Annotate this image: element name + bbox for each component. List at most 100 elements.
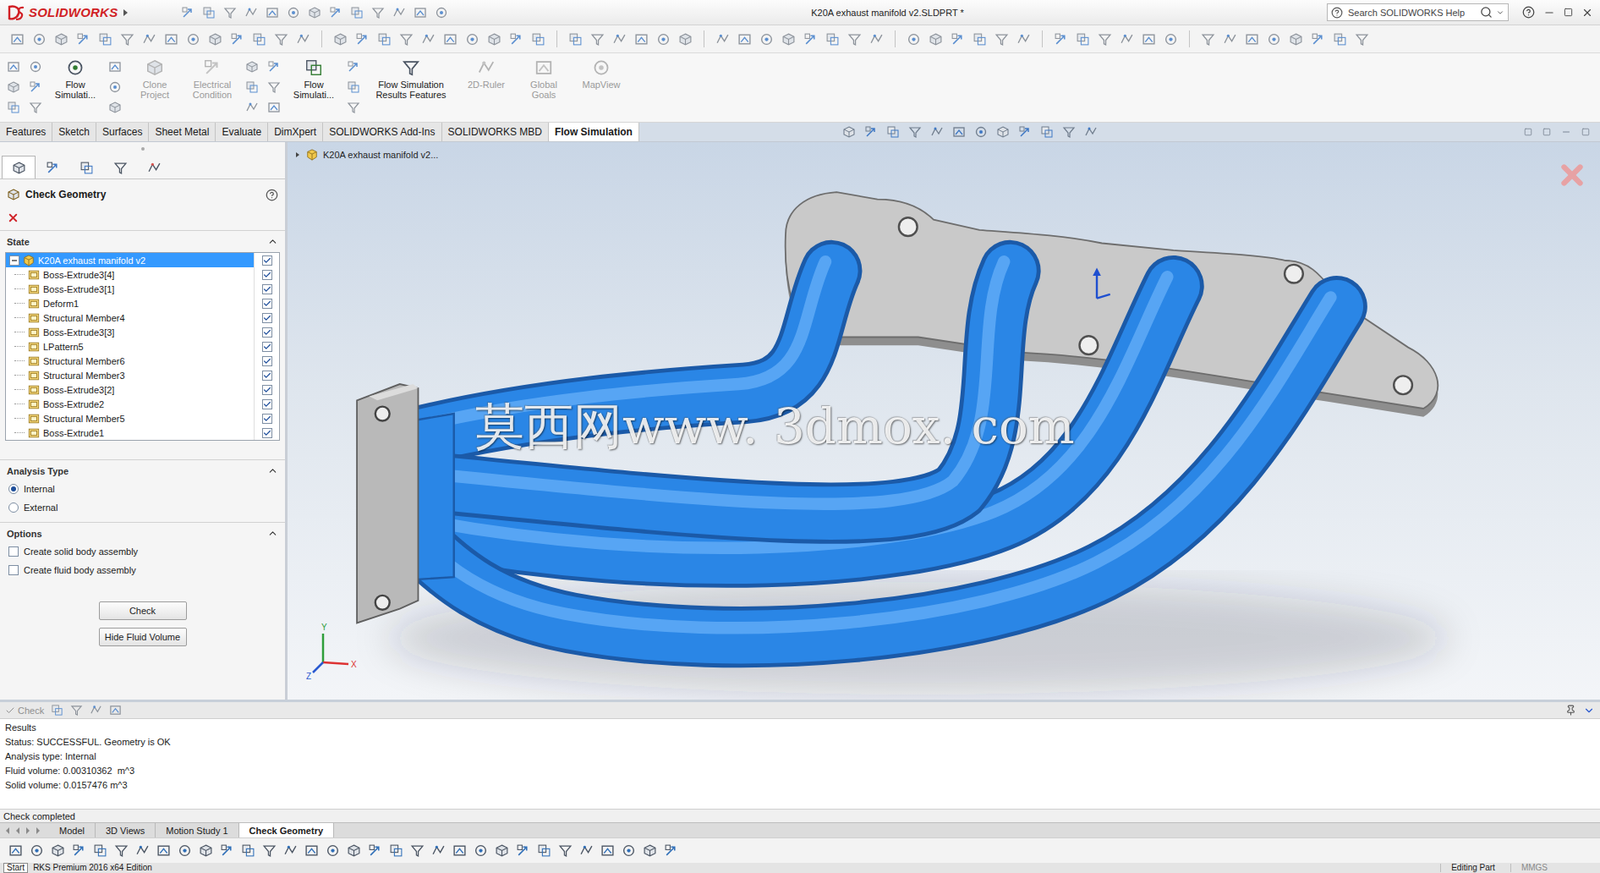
checkbox[interactable]	[8, 546, 19, 557]
tool-icon[interactable]	[536, 843, 552, 858]
expand-toggle[interactable]	[9, 255, 20, 266]
tool-icon[interactable]	[156, 843, 171, 858]
tool-icon[interactable]	[186, 32, 201, 47]
tool-icon[interactable]	[972, 32, 987, 47]
tool-icon[interactable]	[1310, 32, 1326, 47]
command-tab[interactable]: Features	[0, 122, 53, 142]
checkbox[interactable]	[262, 284, 273, 295]
tool-icon[interactable]	[1288, 32, 1304, 47]
tool-icon[interactable]	[1040, 125, 1054, 139]
tool-icon[interactable]	[1266, 32, 1282, 47]
dropdown-icon[interactable]	[1495, 8, 1505, 17]
tool-icon[interactable]	[473, 843, 488, 858]
tool-icon[interactable]	[928, 32, 943, 47]
tool-icon[interactable]	[950, 32, 965, 47]
tool-icon[interactable]	[304, 843, 319, 858]
checkbox[interactable]	[262, 298, 273, 309]
tool-icon[interactable]	[54, 32, 69, 47]
tool-icon[interactable]	[267, 80, 281, 94]
tree-row[interactable]: Boss-Extrude3[3]	[5, 324, 280, 340]
tree-row[interactable]: Structural Member3	[5, 367, 280, 383]
tool-icon[interactable]	[50, 843, 66, 858]
panel-tab[interactable]	[35, 155, 70, 179]
tool-icon[interactable]	[656, 32, 671, 47]
tool-icon[interactable]	[452, 843, 467, 858]
tool-icon[interactable]	[245, 80, 259, 94]
search-input[interactable]	[1346, 6, 1477, 19]
tool-icon[interactable]	[803, 32, 818, 47]
tree-row[interactable]: Boss-Extrude2	[5, 396, 280, 411]
tool-icon[interactable]	[265, 5, 280, 20]
expand-arrow-icon[interactable]	[294, 151, 302, 159]
ribbon-icon[interactable]	[401, 58, 421, 77]
tool-icon[interactable]	[273, 32, 289, 47]
tool-icon[interactable]	[996, 125, 1010, 139]
tool-icon[interactable]	[8, 843, 23, 858]
panel-tab-icon[interactable]	[147, 160, 162, 176]
tool-icon[interactable]	[1097, 32, 1113, 47]
ribbon-button[interactable]: Electrical Condition	[187, 58, 237, 100]
checkbox[interactable]	[8, 564, 19, 576]
check-geometry-icon[interactable]	[6, 187, 21, 202]
panel-tab[interactable]	[69, 155, 104, 179]
tool-icon[interactable]	[642, 843, 658, 858]
collapse-icon[interactable]	[1583, 704, 1595, 717]
tool-icon[interactable]	[108, 100, 122, 115]
tool-icon[interactable]	[109, 703, 122, 717]
tool-icon[interactable]	[930, 125, 944, 139]
tool-icon[interactable]	[1119, 32, 1135, 47]
tool-icon[interactable]	[164, 32, 179, 47]
tool-icon[interactable]	[28, 100, 43, 115]
tree-row[interactable]: K20A exhaust manifold v2	[5, 252, 280, 268]
ribbon-icon[interactable]	[145, 58, 165, 77]
command-tab[interactable]: SOLIDWORKS MBD	[442, 122, 549, 142]
tool-icon[interactable]	[1016, 32, 1031, 47]
tool-icon[interactable]	[1200, 32, 1216, 47]
tool-icon[interactable]	[367, 843, 383, 858]
tree-row[interactable]: Boss-Extrude1	[5, 425, 280, 440]
tool-icon[interactable]	[135, 843, 150, 858]
tool-icon[interactable]	[108, 60, 122, 74]
tool-icon[interactable]	[70, 703, 83, 717]
command-tab[interactable]: SOLIDWORKS Add-Ins	[323, 122, 442, 142]
tool-icon[interactable]	[377, 32, 392, 47]
tree-row[interactable]: Deform1	[5, 295, 280, 311]
option-checkbox[interactable]: Create solid body assembly	[0, 542, 285, 561]
tool-icon[interactable]	[245, 60, 259, 74]
tool-icon[interactable]	[283, 843, 298, 858]
maximize-icon[interactable]	[1581, 127, 1590, 137]
tool-icon[interactable]	[333, 32, 348, 47]
radio-option[interactable]: Internal	[0, 479, 285, 499]
menu-arrow-icon[interactable]	[120, 8, 130, 17]
nav-arrow-icon[interactable]	[13, 826, 22, 835]
tool-icon[interactable]	[230, 32, 245, 47]
tool-icon[interactable]	[267, 100, 281, 115]
tool-icon[interactable]	[325, 843, 340, 858]
tool-icon[interactable]	[621, 843, 636, 858]
search-box[interactable]	[1326, 3, 1509, 22]
ribbon-icon[interactable]	[304, 58, 324, 77]
checkbox[interactable]	[262, 413, 273, 424]
command-tab[interactable]: Surfaces	[96, 122, 149, 142]
checkbox[interactable]	[262, 427, 273, 439]
tool-icon[interactable]	[389, 843, 404, 858]
minimize-icon[interactable]	[1543, 6, 1556, 19]
tool-icon[interactable]	[410, 843, 425, 858]
document-tab[interactable]: Motion Study 1	[155, 822, 239, 838]
cancel-icon[interactable]	[1556, 158, 1589, 192]
checkbox[interactable]	[262, 312, 273, 324]
split-icon[interactable]	[1542, 127, 1551, 137]
tool-icon[interactable]	[952, 125, 966, 139]
panel-tab-icon[interactable]	[45, 160, 61, 176]
tool-icon[interactable]	[1332, 32, 1348, 47]
tool-icon[interactable]	[847, 32, 862, 47]
tool-icon[interactable]	[1244, 32, 1260, 47]
section-header[interactable]: State	[0, 230, 285, 251]
ribbon-icon[interactable]	[65, 58, 85, 77]
tool-icon[interactable]	[634, 32, 649, 47]
panel-tab-icon[interactable]	[79, 160, 94, 176]
tool-icon[interactable]	[28, 80, 43, 94]
tool-icon[interactable]	[568, 32, 583, 47]
tool-icon[interactable]	[252, 32, 267, 47]
tool-icon[interactable]	[32, 32, 47, 47]
